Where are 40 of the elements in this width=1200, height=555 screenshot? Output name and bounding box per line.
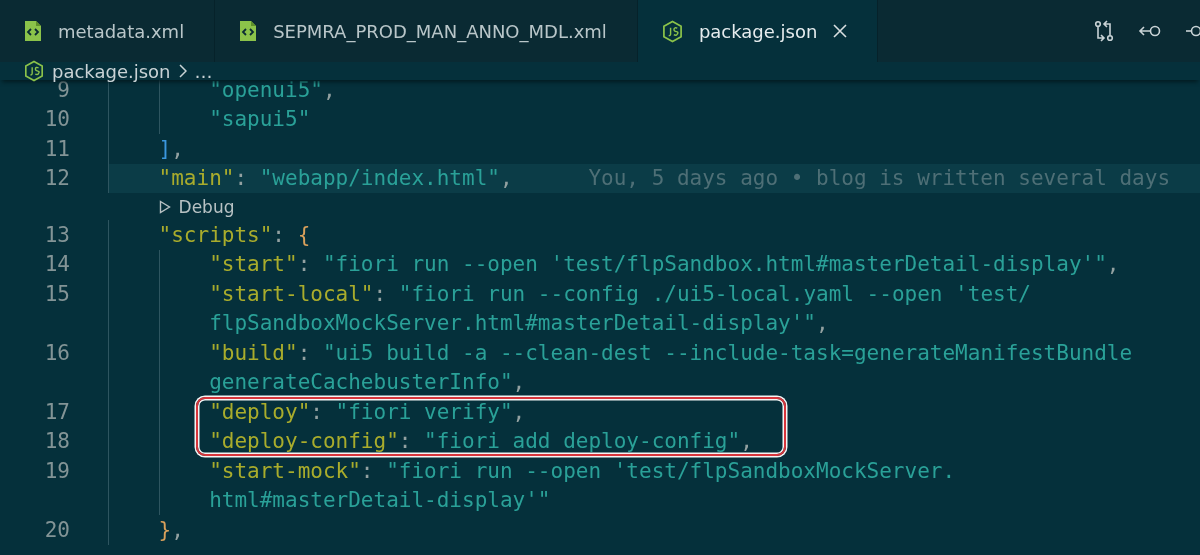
code-line: "openui5", bbox=[209, 80, 336, 102]
debug-codelens[interactable]: Debug bbox=[158, 196, 235, 217]
line-number: 16 bbox=[44, 340, 70, 365]
code-line: "main": "webapp/index.html", bbox=[158, 166, 513, 191]
hexagon-icon bbox=[661, 19, 683, 43]
code-line: flpSandboxMockServer.html#masterDetail-display'", bbox=[209, 311, 829, 336]
code-line: "deploy": "fiori verify", bbox=[209, 399, 526, 424]
code-line: "deploy-config": "fiori add deploy-config", bbox=[209, 429, 753, 454]
hexagon-icon bbox=[24, 60, 44, 82]
line-number: 11 bbox=[44, 136, 70, 161]
code-line: "scripts": { bbox=[158, 222, 311, 247]
code-line: "sapui5" bbox=[209, 107, 311, 132]
close-icon[interactable] bbox=[833, 24, 848, 38]
compare-changes-icon[interactable] bbox=[1092, 19, 1116, 43]
line-number: 19 bbox=[44, 458, 70, 483]
code-line: ], bbox=[158, 136, 184, 161]
play-icon bbox=[158, 199, 171, 214]
line-number: 12 bbox=[44, 166, 70, 191]
line-number: 15 bbox=[44, 281, 70, 306]
code-line: "start-local": "fiori run --config ./ui5-local.yaml --open 'test/ bbox=[209, 281, 1031, 306]
code-line: html#masterDetail-display'" bbox=[209, 488, 551, 513]
line-number: 9 bbox=[57, 80, 70, 102]
breadcrumb-item[interactable]: package.json bbox=[52, 60, 171, 82]
line-number: 20 bbox=[44, 517, 70, 542]
code-line: "build": "ui5 build -a --clean-dest --include-task=generateManifestBundle bbox=[209, 340, 1133, 365]
editor-tab[interactable]: package.json bbox=[637, 0, 879, 62]
line-number: 14 bbox=[44, 252, 70, 277]
line-number: 10 bbox=[44, 107, 70, 132]
code-line: "start": "fiori run --open 'test/flpSandbox.html#masterDetail-display'", bbox=[209, 252, 1120, 277]
line-number: 18 bbox=[44, 429, 70, 454]
code-line: }, bbox=[158, 517, 184, 542]
chevron-right-icon bbox=[178, 64, 187, 78]
file-code-icon bbox=[24, 20, 42, 42]
breadcrumb-item[interactable]: … bbox=[194, 60, 213, 82]
line-number: 17 bbox=[44, 399, 70, 424]
code-line: "start-mock": "fiori run --open 'test/flpSandboxMockServer. bbox=[209, 458, 956, 483]
blame-annotation: You, 5 days ago • blog is written several days bbox=[588, 166, 1171, 191]
file-code-icon bbox=[239, 20, 258, 42]
code-line: generateCachebusterInfo", bbox=[209, 370, 526, 395]
line-number: 13 bbox=[44, 222, 70, 247]
